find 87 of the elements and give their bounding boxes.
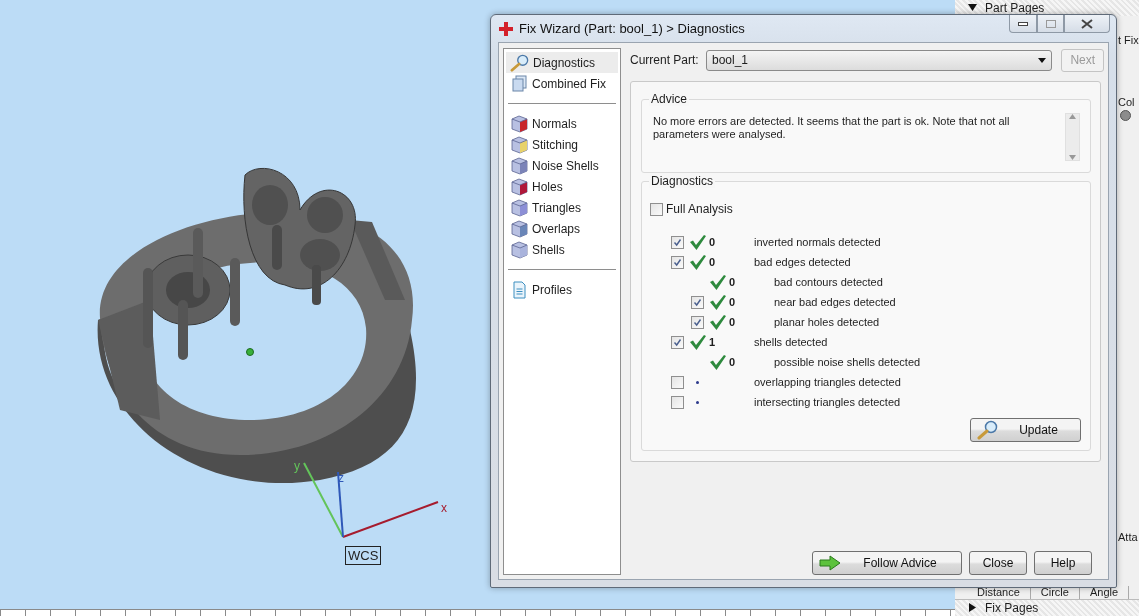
row-checkbox[interactable] xyxy=(691,295,704,309)
minimize-button[interactable] xyxy=(1009,15,1037,33)
page-name: Stitching xyxy=(532,137,579,152)
count-value: 1 xyxy=(709,336,717,348)
maximize-icon xyxy=(1045,19,1056,28)
diagnostic-label: bad contours detected xyxy=(774,276,883,288)
status-dot xyxy=(1120,110,1131,122)
count-value: 0 xyxy=(729,316,737,328)
axis-label: z xyxy=(338,471,344,485)
row-checkbox[interactable] xyxy=(671,395,684,409)
panel-title: Part Pages xyxy=(985,1,1045,15)
collapse-icon xyxy=(968,3,977,13)
page-name: Overlaps xyxy=(532,221,581,236)
page-list-item[interactable]: Overlaps xyxy=(506,218,618,239)
page-list-item[interactable]: Noise Shells xyxy=(506,155,618,176)
axis-label: y xyxy=(294,459,300,473)
diagnostic-label: planar holes detected xyxy=(774,316,880,328)
page-list-item[interactable]: Stitching xyxy=(506,134,618,155)
window-title: Fix Wizard (Part: bool_1) > Diagnostics xyxy=(519,21,746,36)
count-value: 0 xyxy=(729,276,737,288)
page-name: Normals xyxy=(532,116,577,131)
dropdown-arrow-icon xyxy=(1038,57,1047,63)
diagnostic-label: possible noise shells detected xyxy=(774,356,921,368)
panel-title: Fix Pages xyxy=(985,601,1039,615)
page-list-item[interactable]: Normals xyxy=(506,113,618,134)
group-title: Advice xyxy=(649,92,690,106)
cube-icon xyxy=(510,114,529,133)
dialog-button[interactable]: Close xyxy=(969,551,1027,575)
dialog-button[interactable]: Follow Advice xyxy=(812,551,962,575)
page-name: Profiles xyxy=(532,282,572,297)
pivot-point-icon xyxy=(246,348,254,356)
page-list-item[interactable]: Profiles xyxy=(506,279,618,300)
axis-label: x xyxy=(441,501,447,515)
close-icon xyxy=(1081,18,1093,29)
column-header: Col xyxy=(1118,95,1135,108)
cube-icon xyxy=(510,198,529,217)
group-title: Diagnostics xyxy=(649,174,716,188)
frame-label: WCS xyxy=(345,546,382,565)
page-name: Diagnostics xyxy=(533,55,596,70)
page-list-item[interactable]: Holes xyxy=(506,176,618,197)
row-checkbox[interactable] xyxy=(671,335,684,349)
count-value: 0 xyxy=(709,236,717,248)
row-checkbox[interactable] xyxy=(691,315,704,329)
page-name: Combined Fix xyxy=(532,76,607,91)
update-button[interactable]: Update xyxy=(970,418,1081,442)
page-list-item[interactable]: Combined Fix xyxy=(506,73,618,94)
page-list-item[interactable]: Shells xyxy=(506,239,618,260)
magnifier-icon xyxy=(510,53,530,72)
row-checkbox[interactable] xyxy=(671,255,684,269)
magnifier-icon xyxy=(977,420,999,440)
part-dropdown[interactable]: bool_1 xyxy=(706,49,1053,71)
pages-icon xyxy=(510,74,529,93)
panel-header[interactable]: Fix Pages xyxy=(955,600,1139,616)
close-button[interactable] xyxy=(1064,15,1110,33)
minimize-icon xyxy=(1018,21,1028,26)
diagnostic-label: intersecting triangles detected xyxy=(754,396,901,408)
cube-icon xyxy=(510,177,529,196)
dialog-button[interactable]: Help xyxy=(1034,551,1092,575)
page-name: Shells xyxy=(532,242,565,257)
cube-icon xyxy=(510,135,529,154)
count-value: 0 xyxy=(729,296,737,308)
field-label: Atta xyxy=(1118,531,1138,544)
field-label: Current Part: xyxy=(630,53,697,67)
arrow-right-icon xyxy=(819,555,841,571)
page-list-item[interactable]: Diagnostics xyxy=(506,52,618,73)
diagnostic-label: overlapping triangles detected xyxy=(754,376,901,388)
document-icon xyxy=(510,280,529,299)
app-logo-icon xyxy=(499,21,513,36)
count-value: 0 xyxy=(709,256,717,268)
count-value: 0 xyxy=(729,356,737,368)
diagnostic-label: inverted normals detected xyxy=(754,236,881,248)
cube-icon xyxy=(510,240,529,259)
cube-icon xyxy=(510,156,529,175)
row-checkbox[interactable] xyxy=(671,235,684,249)
full-analysis-checkbox[interactable] xyxy=(650,202,663,216)
tab-label[interactable]: t Fix xyxy=(1118,33,1139,46)
checkbox-label: Full Analysis xyxy=(666,202,733,216)
page-name: Holes xyxy=(532,179,563,194)
cube-icon xyxy=(510,219,529,238)
row-checkbox[interactable] xyxy=(671,375,684,389)
page-name: Triangles xyxy=(532,200,581,215)
diagnostic-label: near bad edges detected xyxy=(774,296,896,308)
page-list-item[interactable]: Triangles xyxy=(506,197,618,218)
expand-icon xyxy=(968,603,977,613)
diagnostic-label: shells detected xyxy=(754,336,828,348)
page-name: Noise Shells xyxy=(532,158,599,173)
diagnostic-label: bad edges detected xyxy=(754,256,851,268)
